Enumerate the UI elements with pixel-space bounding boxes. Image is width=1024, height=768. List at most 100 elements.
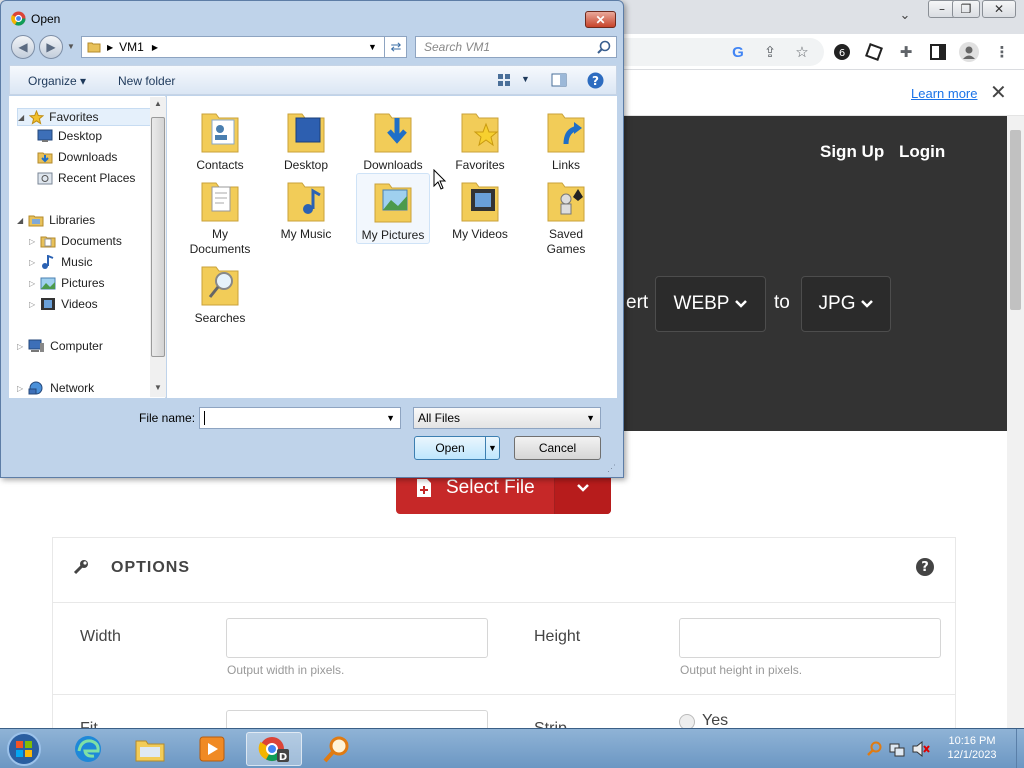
expand-arrow-icon[interactable]: ▷ — [29, 237, 35, 246]
width-help-text: Output width in pixels. — [227, 663, 345, 677]
nav-computer[interactable]: ▷ Computer — [17, 339, 103, 353]
signup-link[interactable]: Sign Up — [820, 142, 884, 162]
help-icon[interactable]: ? — [587, 72, 604, 89]
search-icon[interactable] — [597, 40, 611, 54]
folder-downloads[interactable]: Downloads — [356, 104, 430, 173]
infobar-close-icon[interactable]: ✕ — [990, 82, 1007, 102]
expand-arrow-icon[interactable]: ▷ — [29, 300, 35, 309]
extension-icon[interactable]: 6 — [831, 41, 853, 63]
edge-taskbar-icon[interactable] — [60, 732, 116, 766]
open-dropdown-icon[interactable]: ▼ — [485, 437, 499, 459]
dialog-close-button[interactable]: ✕ — [585, 11, 616, 28]
fit-select[interactable] — [226, 710, 488, 728]
file-type-dropdown-icon[interactable]: ▼ — [586, 413, 595, 423]
nav-scrollbar-thumb[interactable] — [151, 117, 165, 357]
file-type-select[interactable]: All Files ▼ — [413, 407, 601, 429]
folder-my-documents[interactable]: My Documents — [183, 173, 257, 257]
learn-more-link[interactable]: Learn more — [911, 86, 977, 101]
view-dropdown-icon[interactable]: ▼ — [521, 74, 530, 84]
clock[interactable]: 10:16 PM 12/1/2023 — [930, 734, 1014, 762]
breadcrumb-arrow-icon[interactable]: ▶ — [152, 43, 158, 52]
media-player-taskbar-icon[interactable] — [184, 732, 240, 766]
chrome-taskbar-icon[interactable]: D — [246, 732, 302, 766]
organize-button[interactable]: Organize ▾ — [28, 74, 86, 88]
show-desktop-button[interactable] — [1016, 729, 1024, 768]
width-input[interactable] — [226, 618, 488, 658]
expand-arrow-icon[interactable]: ▷ — [17, 342, 23, 351]
folder-my-pictures[interactable]: My Pictures — [356, 173, 430, 244]
bookmark-star-icon[interactable]: ☆ — [791, 41, 813, 63]
folder-my-videos[interactable]: My Videos — [443, 173, 517, 242]
breadcrumb-segment[interactable]: VM1 — [119, 40, 144, 54]
extension-icon-2[interactable] — [863, 41, 885, 63]
share-icon[interactable]: ⇪ — [759, 41, 781, 63]
recent-locations-icon[interactable]: ▼ — [67, 42, 75, 51]
from-format-select[interactable]: WEBP — [655, 276, 766, 332]
google-lens-icon[interactable]: G — [727, 41, 749, 63]
new-folder-button[interactable]: New folder — [118, 74, 175, 88]
expand-arrow-icon[interactable]: ▷ — [29, 258, 35, 267]
address-dropdown-icon[interactable]: ▼ — [368, 42, 377, 52]
magnifier-taskbar-icon[interactable] — [308, 732, 364, 766]
search-input[interactable]: Search VM1 — [415, 36, 617, 58]
nav-recent-places[interactable]: Recent Places — [37, 171, 135, 185]
restore-icon[interactable]: ❐ — [952, 0, 980, 18]
file-explorer-taskbar-icon[interactable] — [122, 732, 178, 766]
breadcrumb-arrow-icon[interactable]: ▶ — [107, 43, 113, 52]
expand-arrow-icon[interactable]: ▷ — [17, 384, 23, 393]
nav-documents[interactable]: ▷ Documents — [29, 234, 122, 248]
resize-grip-icon[interactable]: ⋰ — [607, 463, 616, 474]
expand-arrow-icon[interactable]: ◢ — [17, 216, 23, 225]
scrollbar-thumb[interactable] — [1010, 130, 1021, 310]
window-close-icon[interactable]: ✕ — [982, 0, 1016, 18]
file-name-dropdown-icon[interactable]: ▼ — [386, 413, 395, 423]
scroll-up-icon[interactable]: ▲ — [154, 99, 162, 108]
side-panel-icon[interactable] — [927, 41, 949, 63]
help-icon[interactable]: ? — [916, 558, 934, 576]
change-view-icon[interactable] — [497, 73, 511, 87]
to-format-select[interactable]: JPG — [801, 276, 891, 332]
folder-links[interactable]: Links — [529, 104, 603, 173]
folder-saved-games[interactable]: Saved Games — [529, 173, 603, 257]
videos-folder-icon — [458, 173, 502, 225]
volume-muted-icon[interactable] — [912, 741, 930, 757]
scroll-down-icon[interactable]: ▼ — [154, 383, 162, 392]
network-tray-icon[interactable] — [889, 741, 905, 757]
folder-searches[interactable]: Searches — [183, 257, 257, 326]
nav-videos[interactable]: ▷ Videos — [29, 297, 98, 311]
nav-network-label: Network — [50, 381, 95, 395]
magnifier-tray-icon[interactable] — [866, 741, 882, 757]
preview-pane-icon[interactable] — [551, 73, 567, 87]
login-link[interactable]: Login — [899, 142, 945, 162]
cancel-button[interactable]: Cancel — [514, 436, 601, 460]
folder-favorites[interactable]: Favorites — [443, 104, 517, 173]
height-input[interactable] — [679, 618, 941, 658]
nav-network[interactable]: ▷ Network — [17, 381, 94, 395]
menu-icon[interactable]: ⋮ — [991, 41, 1013, 63]
refresh-icon[interactable]: ⇄ — [384, 36, 407, 58]
folder-contacts[interactable]: Contacts — [183, 104, 257, 173]
forward-button[interactable]: ▶ — [39, 35, 63, 59]
expand-arrow-icon[interactable]: ▷ — [29, 279, 35, 288]
file-name-label: File name: — [139, 411, 196, 425]
extensions-puzzle-icon[interactable]: ✚ — [895, 41, 917, 63]
nav-music[interactable]: ▷ Music — [29, 255, 93, 269]
tab-search-icon[interactable]: ⌄ — [896, 8, 914, 26]
address-bar[interactable]: ▶ VM1 ▶ ▼ — [81, 36, 407, 58]
nav-downloads[interactable]: Downloads — [37, 150, 117, 164]
nav-pictures[interactable]: ▷ Pictures — [29, 276, 105, 290]
strip-yes-radio[interactable] — [679, 714, 695, 728]
page-scrollbar[interactable] — [1007, 116, 1024, 728]
file-name-input[interactable]: ▼ — [199, 407, 401, 429]
back-button[interactable]: ◀ — [11, 35, 35, 59]
profile-avatar-icon[interactable] — [958, 41, 980, 63]
nav-scrollbar[interactable]: ▲ ▼ — [150, 97, 166, 397]
nav-libraries[interactable]: ◢ Libraries — [17, 213, 95, 227]
nav-favorites[interactable]: ◢ Favorites — [17, 108, 153, 126]
expand-arrow-icon[interactable]: ◢ — [18, 113, 24, 122]
nav-desktop[interactable]: Desktop — [37, 129, 102, 143]
start-button[interactable] — [6, 731, 42, 767]
folder-desktop[interactable]: Desktop — [269, 104, 343, 173]
open-button[interactable]: Open ▼ — [414, 436, 500, 460]
folder-my-music[interactable]: My Music — [269, 173, 343, 242]
